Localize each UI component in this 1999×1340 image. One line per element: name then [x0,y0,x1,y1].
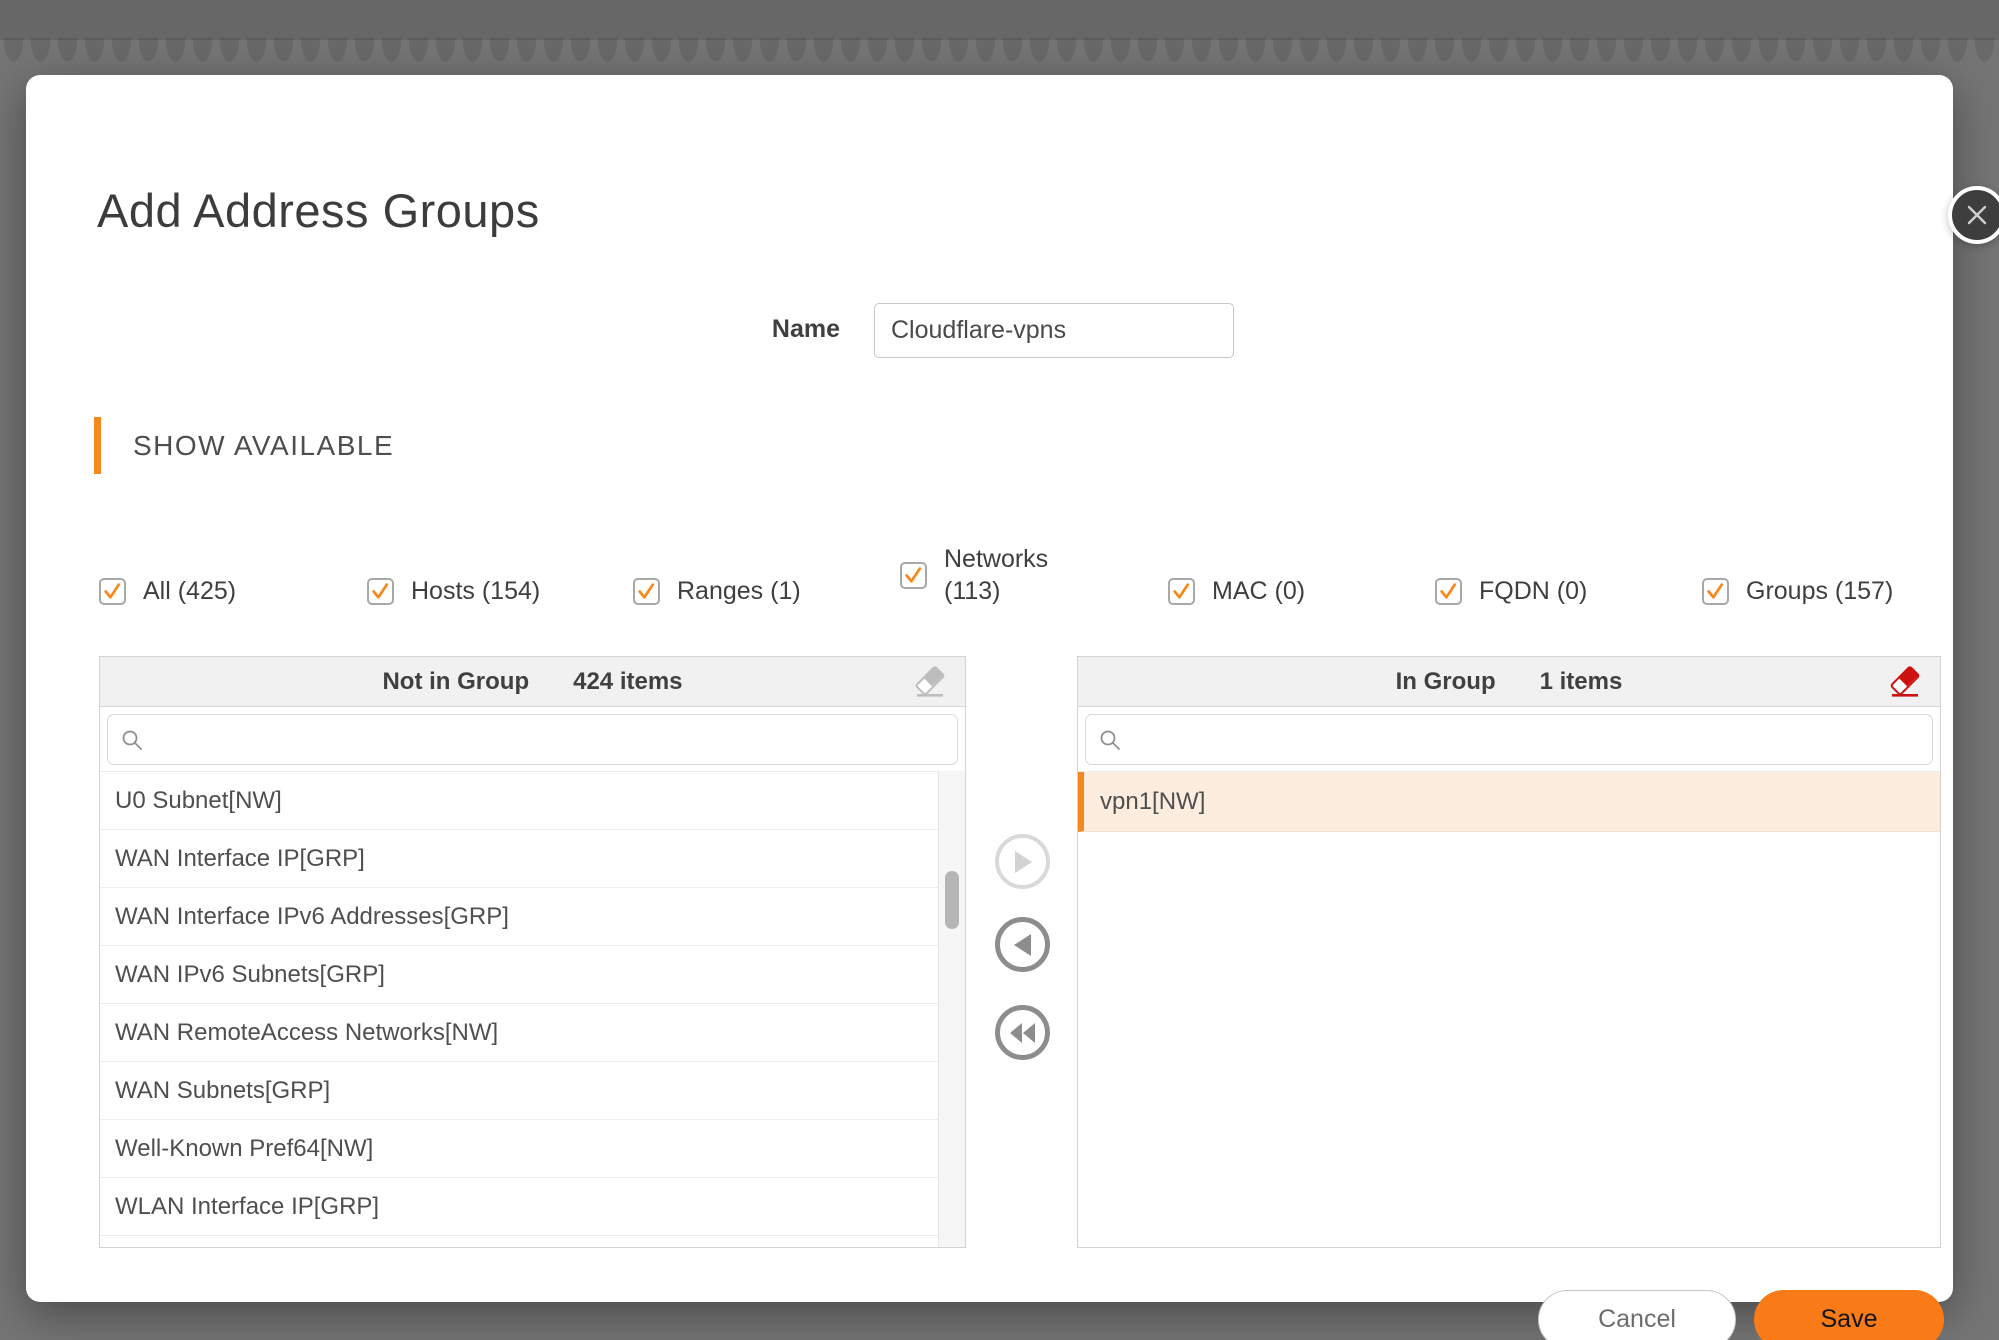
scrollbar-thumb[interactable] [945,871,959,929]
filter-label: Hosts (154) [411,575,540,608]
checkbox-checked-icon[interactable] [1168,578,1195,605]
cancel-button[interactable]: Cancel [1538,1290,1736,1340]
in-group-list: vpn1[NW] [1078,771,1940,1247]
list-item[interactable]: WAN Subnets[GRP] [100,1062,938,1120]
page-title: Add Address Groups [97,183,540,238]
not-in-group-search-input[interactable] [154,726,945,754]
clear-selection-button[interactable] [1886,662,1928,704]
checkbox-checked-icon[interactable] [900,562,927,589]
checkbox-checked-icon[interactable] [633,578,660,605]
list-item[interactable]: WAN Interface IP[GRP] [100,830,938,888]
filter-networks[interactable]: Networks (113) [900,543,1056,607]
backdrop-pattern [0,38,1999,70]
section-accent-bar [94,417,101,474]
in-group-header: In Group 1 items [1078,657,1940,707]
filter-label: MAC (0) [1212,575,1305,608]
list-item[interactable]: WLAN Interface IP[GRP] [100,1178,938,1236]
double-arrow-left-icon [1009,1022,1037,1044]
filter-all[interactable]: All (425) [99,569,236,613]
move-all-left-button[interactable] [995,1005,1050,1060]
name-field-label: Name [720,315,840,344]
filter-groups[interactable]: Groups (157) [1702,569,1893,613]
move-right-button[interactable] [995,834,1050,889]
not-in-group-searchbox [107,714,958,765]
arrow-right-icon [1013,850,1033,874]
scrollbar-track[interactable] [938,771,965,1247]
filter-mac[interactable]: MAC (0) [1168,569,1305,613]
panel-title: Not in Group [382,668,529,696]
not-in-group-list: U0 Subnet[NW] WAN Interface IP[GRP] WAN … [100,771,965,1247]
eraser-icon [1888,666,1926,700]
filter-label: Networks (113) [944,543,1056,608]
checkbox-checked-icon[interactable] [99,578,126,605]
section-title: SHOW AVAILABLE [133,430,394,462]
list-item[interactable]: WAN IPv6 Subnets[GRP] [100,946,938,1004]
filter-fqdn[interactable]: FQDN (0) [1435,569,1587,613]
search-icon [1098,728,1122,752]
clear-selection-button[interactable] [911,662,953,704]
filter-label: Ranges (1) [677,575,801,608]
in-group-panel: In Group 1 items vpn1[NW] [1077,656,1941,1248]
list-item[interactable]: U0 Subnet[NW] [100,772,938,830]
list-item[interactable]: WAN Interface IPv6 Addresses[GRP] [100,888,938,946]
not-in-group-panel: Not in Group 424 items U0 Subnet[NW] [99,656,966,1248]
in-group-search-input[interactable] [1132,726,1920,754]
add-address-groups-dialog: Add Address Groups Name SHOW AVAILABLE A… [26,75,1953,1302]
eraser-icon [913,666,951,700]
not-in-group-header: Not in Group 424 items [100,657,965,707]
checkbox-checked-icon[interactable] [1702,578,1729,605]
close-button[interactable] [1948,186,1999,244]
checkbox-checked-icon[interactable] [367,578,394,605]
list-item[interactable]: Well-Known Pref64[NW] [100,1120,938,1178]
filter-ranges[interactable]: Ranges (1) [633,569,801,613]
panel-count: 1 items [1540,668,1623,696]
filter-label: All (425) [143,575,236,608]
move-left-button[interactable] [995,917,1050,972]
close-icon [1964,202,1990,228]
panel-count: 424 items [573,668,682,696]
filter-label: Groups (157) [1746,575,1893,608]
panel-title: In Group [1396,668,1496,696]
arrow-left-icon [1013,933,1033,957]
checkbox-checked-icon[interactable] [1435,578,1462,605]
save-button[interactable]: Save [1754,1290,1944,1340]
filter-hosts[interactable]: Hosts (154) [367,569,540,613]
list-item[interactable]: WAN RemoteAccess Networks[NW] [100,1004,938,1062]
search-icon [120,728,144,752]
in-group-searchbox [1085,714,1933,765]
name-input[interactable] [874,303,1234,358]
filter-label: FQDN (0) [1479,575,1587,608]
list-item-selected[interactable]: vpn1[NW] [1078,772,1940,832]
backdrop-top-band [0,0,1999,40]
